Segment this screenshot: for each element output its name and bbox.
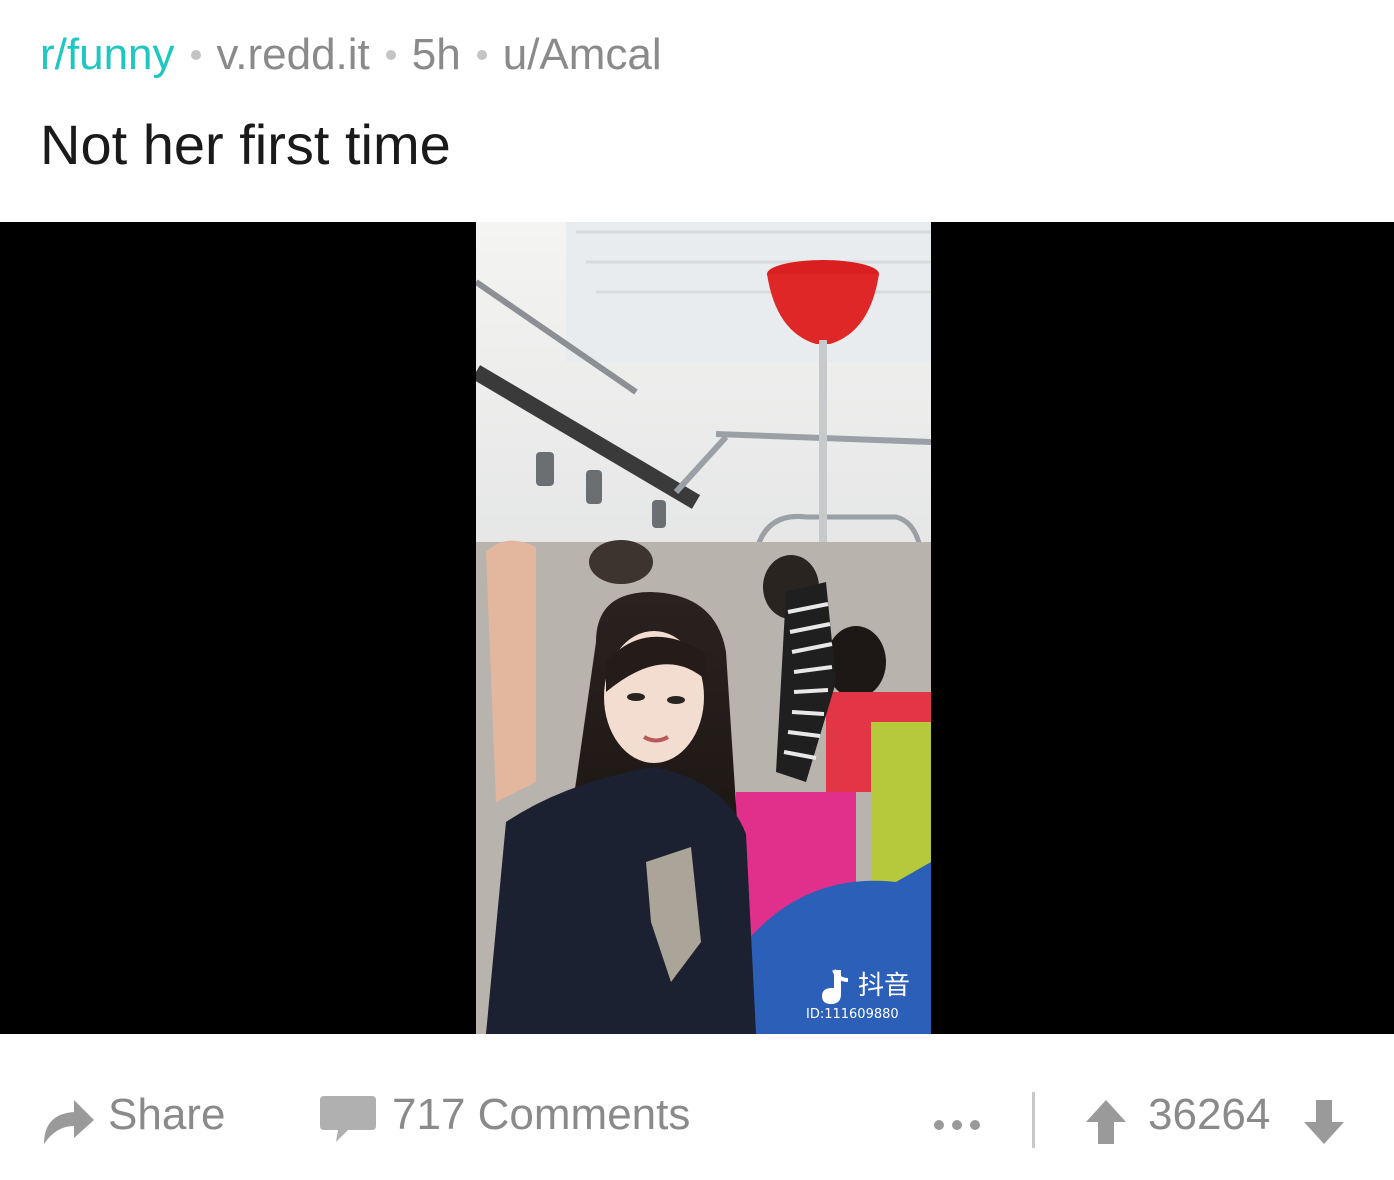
post-age: 5h xyxy=(411,30,461,79)
share-button[interactable]: Share xyxy=(108,1090,225,1140)
share-icon[interactable] xyxy=(40,1092,96,1148)
post-actions: Share 717 Comments 36264 xyxy=(0,1062,1394,1172)
post-meta: r/funny v.redd.it 5h u/Amcal xyxy=(40,30,662,80)
post-domain[interactable]: v.redd.it xyxy=(217,30,370,80)
video-player[interactable]: 抖音 ID:111609880 xyxy=(0,222,1394,1034)
score: 36264 xyxy=(1148,1090,1271,1139)
post-title[interactable]: Not her first time xyxy=(40,112,451,177)
divider xyxy=(1032,1092,1035,1148)
separator-dot xyxy=(476,50,487,60)
video-thumbnail: 抖音 ID:111609880 xyxy=(476,222,931,1034)
separator-dot xyxy=(190,50,201,60)
comments-link[interactable]: 717 Comments xyxy=(392,1090,690,1140)
upvote-icon[interactable] xyxy=(1084,1098,1128,1146)
post-author[interactable]: u/Amcal xyxy=(503,30,662,80)
more-icon[interactable] xyxy=(934,1120,980,1130)
video-frame[interactable]: 抖音 ID:111609880 xyxy=(476,222,931,1034)
watermark-brand: 抖音 xyxy=(858,971,910,1001)
separator-dot xyxy=(385,50,396,60)
comment-icon[interactable] xyxy=(318,1092,378,1148)
subreddit-link[interactable]: r/funny xyxy=(40,30,175,80)
watermark-id: ID:111609880 xyxy=(806,1007,899,1022)
downvote-icon[interactable] xyxy=(1302,1098,1346,1146)
